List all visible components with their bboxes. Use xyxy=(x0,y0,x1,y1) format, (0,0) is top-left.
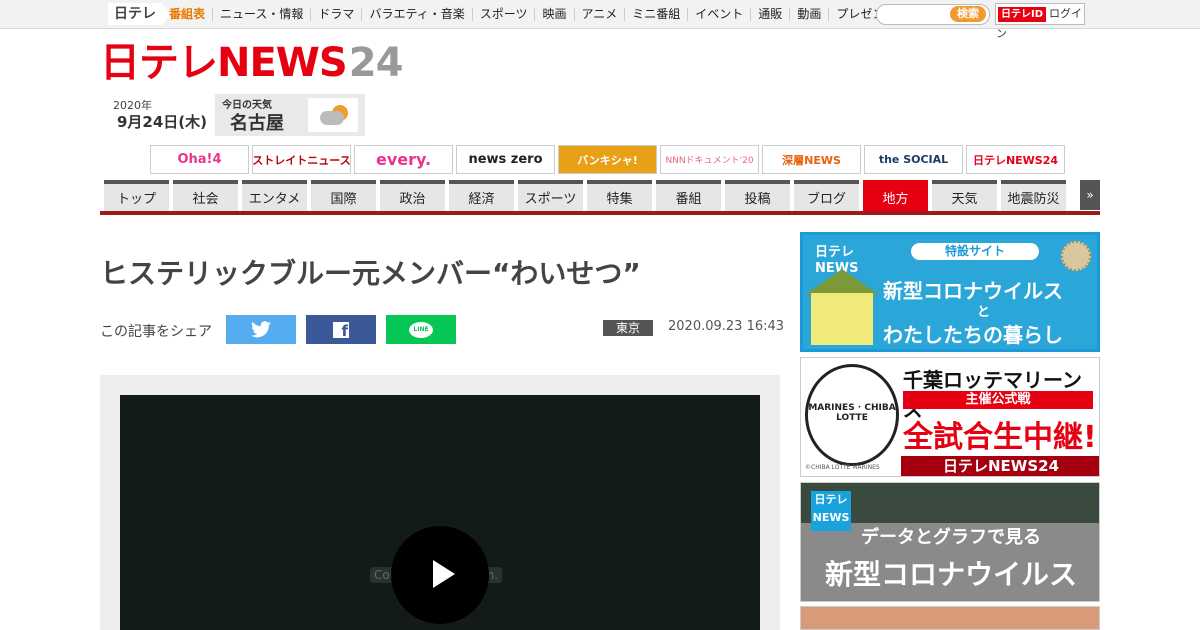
line-icon: LINE xyxy=(409,321,433,338)
nav-link-shopping[interactable]: 通販 xyxy=(751,7,791,21)
logo-number: 24 xyxy=(348,40,404,86)
nav-link-tv-schedule[interactable]: 番組表 xyxy=(162,7,214,21)
twitter-icon xyxy=(251,321,271,338)
login-button[interactable]: 日テレID ログイン xyxy=(995,3,1085,40)
tab-sports[interactable]: スポーツ xyxy=(518,180,583,211)
data-banner-line1: データとグラフで見る xyxy=(861,527,1041,548)
search-button[interactable]: 検索 xyxy=(950,6,986,22)
marines-footer-logo: 日テレNEWS24 xyxy=(901,456,1099,476)
program-banners: Oha!4 ストレイトニュース every. news zero バンキシャ! … xyxy=(150,145,1068,174)
marines-subtitle: 主催公式戦 xyxy=(903,391,1093,409)
line-share-button[interactable]: LINE xyxy=(386,315,456,344)
ntv-home-link[interactable]: 日テレ xyxy=(108,3,170,25)
tab-disaster[interactable]: 地震防災 xyxy=(1001,180,1066,211)
tab-feature[interactable]: 特集 xyxy=(587,180,652,211)
nav-more-button[interactable]: » xyxy=(1080,180,1100,210)
house-roof-icon xyxy=(805,269,879,295)
program-every[interactable]: every. xyxy=(354,145,453,174)
tab-top[interactable]: トップ xyxy=(104,180,169,211)
tab-entertainment[interactable]: エンタメ xyxy=(242,180,307,211)
program-oha4[interactable]: Oha!4 xyxy=(150,145,249,174)
program-the-social[interactable]: the SOCIAL xyxy=(864,145,963,174)
nav-link-anime[interactable]: アニメ xyxy=(575,7,626,21)
video-player[interactable]: Couldn't load plugin. xyxy=(120,395,760,630)
weather-city: 名古屋 xyxy=(230,113,284,134)
logo-main: 日テレNEWS xyxy=(100,40,348,86)
tab-international[interactable]: 国際 xyxy=(311,180,376,211)
house-icon xyxy=(811,293,873,345)
data-banner-line2: 新型コロナウイルス xyxy=(825,558,1078,591)
program-news-zero[interactable]: news zero xyxy=(456,145,555,174)
article-title: ヒステリックブルー元メンバー“わいせつ” xyxy=(100,257,641,290)
nav-link-event[interactable]: イベント xyxy=(688,7,752,21)
facebook-icon: f xyxy=(333,321,349,340)
video-container: Couldn't load plugin. xyxy=(100,375,780,630)
nav-link-mini[interactable]: ミニ番組 xyxy=(625,7,689,21)
twitter-share-button[interactable] xyxy=(226,315,296,344)
category-nav: トップ 社会 エンタメ 国際 政治 経済 スポーツ 特集 番組 投稿 ブログ 地… xyxy=(100,180,1066,211)
corona-banner-line3: わたしたちの暮らし xyxy=(883,323,1063,347)
marines-broadcast-banner[interactable]: MARINES · CHIBA LOTTE ©CHIBA LOTTE MARIN… xyxy=(800,357,1100,477)
nav-link-variety[interactable]: バラエティ・音楽 xyxy=(362,7,473,21)
tab-programs[interactable]: 番組 xyxy=(656,180,721,211)
article-datetime: 2020.09.23 16:43 xyxy=(668,319,785,334)
tab-blog[interactable]: ブログ xyxy=(794,180,859,211)
nav-divider xyxy=(100,211,1100,215)
program-straight-news[interactable]: ストレイトニュース xyxy=(252,145,351,174)
tab-politics[interactable]: 政治 xyxy=(380,180,445,211)
program-news24[interactable]: 日テレNEWS24 xyxy=(966,145,1065,174)
tab-society[interactable]: 社会 xyxy=(173,180,238,211)
corona-banner-line1: 新型コロナウイルス xyxy=(883,279,1063,303)
corona-banner-line2: と xyxy=(977,305,991,320)
virus-icon xyxy=(1061,241,1091,271)
sidebar-banner-partial[interactable] xyxy=(800,606,1100,630)
play-icon xyxy=(433,560,455,588)
tab-local[interactable]: 地方 xyxy=(863,180,928,211)
nav-link-movie[interactable]: 映画 xyxy=(535,7,575,21)
facebook-share-button[interactable]: f xyxy=(306,315,376,344)
cloudy-sunny-icon xyxy=(308,98,358,132)
ntv-id-badge: 日テレID xyxy=(998,7,1047,22)
global-topbar: 日テレ 番組表 ニュース・情報 ドラマ バラエティ・音楽 スポーツ 映画 アニメ… xyxy=(0,0,1200,40)
tab-weather[interactable]: 天気 xyxy=(932,180,997,211)
ntv-news-badge: 日テレ NEWS xyxy=(811,491,851,531)
play-button[interactable] xyxy=(391,526,489,624)
marines-emblem-icon: MARINES · CHIBA LOTTE xyxy=(805,364,899,466)
program-shinso-news[interactable]: 深層NEWS xyxy=(762,145,861,174)
program-nnn-document[interactable]: NNNドキュメント'20 xyxy=(660,145,759,174)
global-nav: 番組表 ニュース・情報 ドラマ バラエティ・音楽 スポーツ 映画 アニメ ミニ番… xyxy=(162,0,903,28)
marines-copyright: ©CHIBA LOTTE MARINES xyxy=(805,464,880,471)
nav-link-news[interactable]: ニュース・情報 xyxy=(213,7,312,21)
tab-submission[interactable]: 投稿 xyxy=(725,180,790,211)
corona-data-banner[interactable]: 日テレ NEWS データとグラフで見る 新型コロナウイルス xyxy=(800,482,1100,602)
nav-link-drama[interactable]: ドラマ xyxy=(311,7,363,21)
corona-special-banner[interactable]: 日テレ NEWS 特設サイト 新型コロナウイルス と わたしたちの暮らし xyxy=(800,232,1100,352)
marines-main-text: 全試合生中継! xyxy=(903,420,1097,455)
program-bankisha[interactable]: バンキシャ! xyxy=(558,145,657,174)
special-site-tag: 特設サイト xyxy=(911,243,1039,260)
nav-link-sports[interactable]: スポーツ xyxy=(473,7,536,21)
share-label: この記事をシェア xyxy=(100,324,212,340)
location-badge: 東京 xyxy=(603,320,653,336)
weather-widget[interactable]: 今日の天気 名古屋 xyxy=(215,94,365,136)
tab-economy[interactable]: 経済 xyxy=(449,180,514,211)
site-logo[interactable]: 日テレNEWS24 xyxy=(100,40,404,86)
nav-link-video[interactable]: 動画 xyxy=(790,7,830,21)
date-day: 9月24日(木) xyxy=(117,113,208,131)
